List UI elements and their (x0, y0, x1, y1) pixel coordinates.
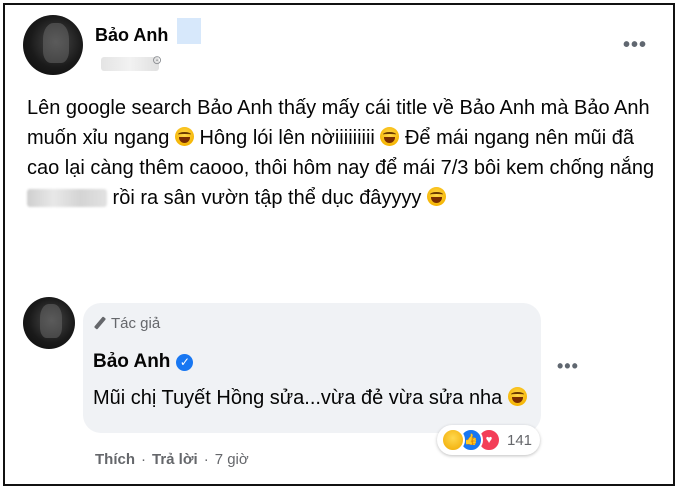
comment-text: Mũi chị Tuyết Hồng sửa...vừa đẻ vừa sửa … (93, 387, 527, 410)
audience-globe-icon: ⊙ (152, 53, 163, 67)
comment-author-label[interactable]: Bảo Anh (93, 351, 170, 373)
post-timestamp-redacted (101, 57, 159, 71)
laughing-emoji-icon (427, 187, 446, 206)
reaction-summary[interactable]: 👍 ♥ 141 (437, 425, 541, 455)
post-text-part-4: rồi ra sân vườn tập thể dục đâyyyy (107, 187, 427, 209)
reaction-count: 141 (507, 431, 533, 449)
laughing-emoji-icon (380, 127, 400, 146)
laughing-emoji-icon (507, 387, 527, 406)
more-horizontal-icon[interactable]: ••• (623, 35, 647, 55)
comment-author-name[interactable]: Bảo Anh ✓ (93, 351, 194, 373)
like-action[interactable]: Thích (95, 451, 135, 468)
post-author-name[interactable]: Bảo Anh (95, 25, 168, 46)
post-body: Lên google search Bảo Anh thấy mấy cái t… (27, 93, 659, 213)
facebook-post-card: Bảo Anh ⊙ ••• Lên google search Bảo Anh … (3, 3, 675, 486)
post-author-avatar[interactable] (23, 15, 83, 75)
comment-actions: Thích · Trả lời · 7 giờ (95, 451, 249, 468)
comment-timestamp[interactable]: 7 giờ (215, 451, 249, 468)
laughing-emoji-icon (174, 127, 194, 146)
comment-author-avatar[interactable] (23, 297, 75, 349)
comment-text-content: Mũi chị Tuyết Hồng sửa...vừa đẻ vừa sửa … (93, 387, 503, 409)
verified-badge-icon: ✓ (176, 353, 194, 371)
redacted-brand-name (27, 189, 107, 207)
comment-more-icon[interactable]: ••• (557, 357, 579, 375)
haha-reaction-icon (441, 428, 465, 452)
action-separator: · (203, 451, 209, 468)
reply-action[interactable]: Trả lời (152, 451, 198, 468)
redacted-name-suffix (177, 18, 201, 44)
author-badge-label: Tác giả (111, 315, 161, 332)
action-separator: · (141, 451, 146, 468)
author-badge: Tác giả (93, 315, 160, 332)
post-text-part-2: Hông lói lên nờiiiiiiiii (193, 127, 381, 149)
pen-icon (93, 317, 107, 331)
